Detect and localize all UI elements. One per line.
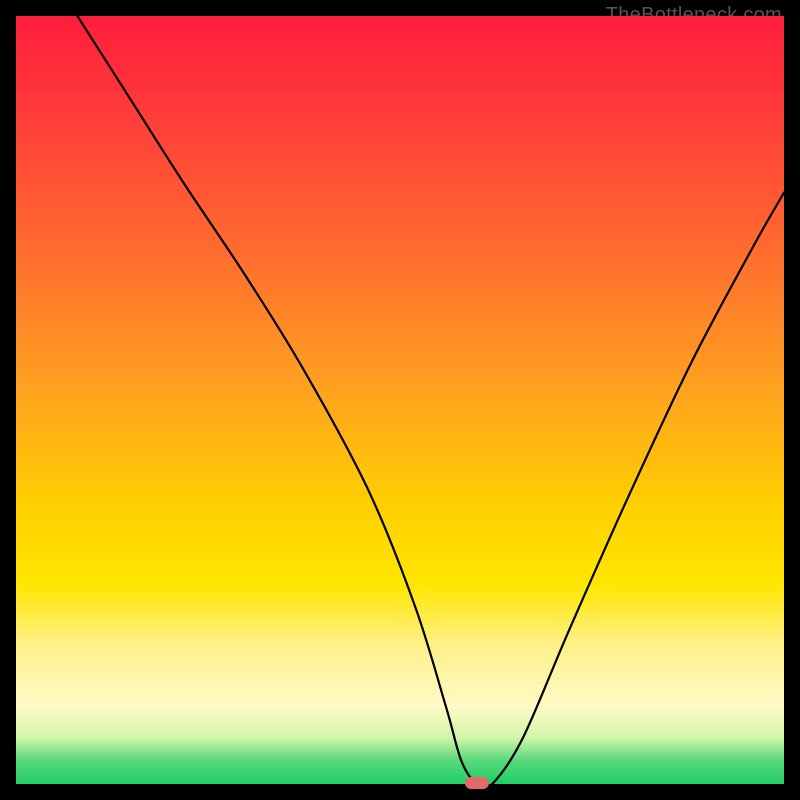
chart-container: TheBottleneck.com (0, 0, 800, 800)
plot-area (16, 16, 784, 784)
minimum-marker (465, 777, 489, 789)
bottleneck-curve (16, 16, 784, 784)
